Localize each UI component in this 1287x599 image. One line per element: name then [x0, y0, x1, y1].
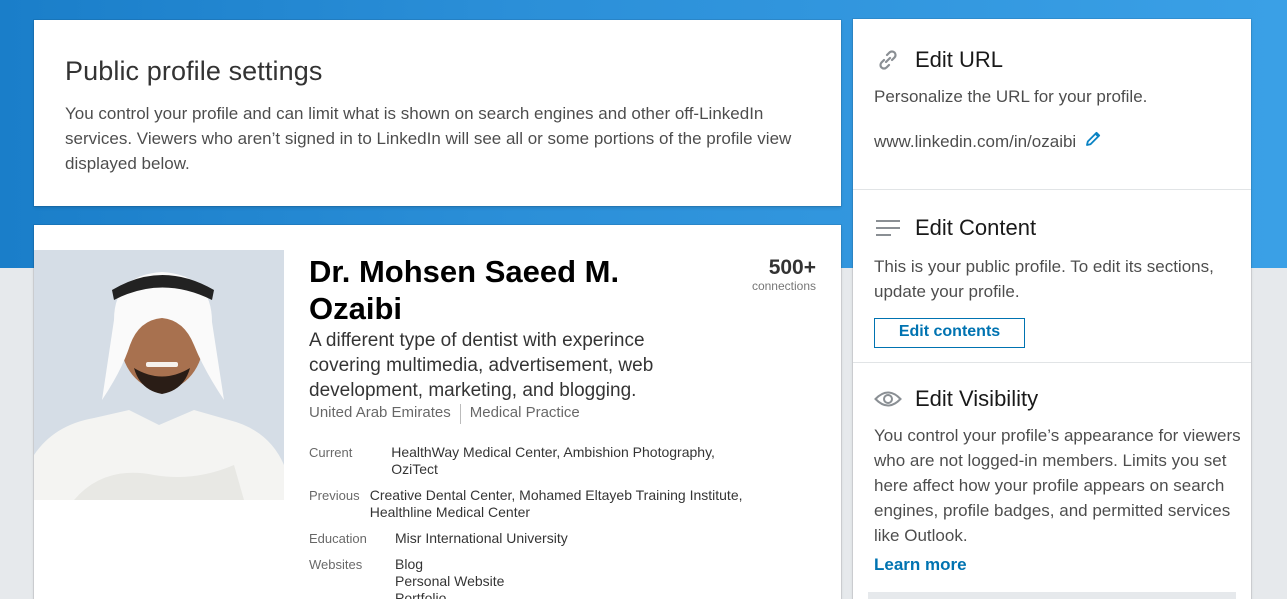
- edit-content-description: This is your public profile. To edit its…: [874, 257, 1214, 301]
- fact-current: Current HealthWay Medical Center, Ambish…: [309, 444, 749, 478]
- profile-location-row: United Arab Emirates Medical Practice: [309, 404, 580, 424]
- fact-value: HealthWay Medical Center, Ambishion Phot…: [391, 444, 715, 477]
- profile-card: Dr. Mohsen Saeed M. Ozaibi 500+ connecti…: [34, 225, 841, 599]
- edit-url-section: Edit URL Personalize the URL for your pr…: [853, 19, 1251, 189]
- fact-education: Education Misr International University: [309, 530, 749, 547]
- profile-industry: Medical Practice: [469, 404, 580, 421]
- fact-value: Misr International University: [395, 530, 568, 546]
- connections-count: 500+: [768, 256, 816, 279]
- edit-visibility-title: Edit Visibility: [915, 386, 1039, 411]
- eye-icon: [874, 385, 902, 413]
- page-title: Public profile settings: [65, 56, 323, 86]
- settings-sidebar: Edit URL Personalize the URL for your pr…: [853, 19, 1251, 599]
- edit-url-heading: Edit URL: [874, 46, 1251, 74]
- learn-more-link[interactable]: Learn more: [874, 555, 1251, 575]
- fact-previous: Previous Creative Dental Center, Mohamed…: [309, 487, 749, 521]
- profile-facts: Current HealthWay Medical Center, Ambish…: [309, 444, 749, 599]
- fact-label: Education: [309, 531, 367, 546]
- pencil-icon[interactable]: [1084, 130, 1102, 153]
- profile-url-row: www.linkedin.com/in/ozaibi: [874, 130, 1251, 153]
- fact-websites: Websites Blog Personal Website Portfolio: [309, 556, 749, 599]
- edit-visibility-description: You control your profile’s appearance fo…: [874, 426, 1241, 545]
- edit-contents-button[interactable]: Edit contents: [874, 318, 1025, 348]
- lines-icon: [874, 214, 902, 242]
- profile-headline: A different type of dentist with experin…: [309, 330, 654, 401]
- link-icon: [874, 46, 902, 74]
- divider: [459, 404, 461, 424]
- edit-content-section: Edit Content This is your public profile…: [853, 189, 1251, 362]
- intro-description: You control your profile and can limit w…: [65, 104, 792, 173]
- edit-content-heading: Edit Content: [874, 214, 1251, 242]
- profile-url: www.linkedin.com/in/ozaibi: [874, 131, 1077, 151]
- intro-card: Public profile settings You control your…: [34, 20, 841, 206]
- profile-location: United Arab Emirates: [309, 404, 451, 421]
- edit-visibility-heading: Edit Visibility: [874, 385, 1251, 413]
- edit-url-title: Edit URL: [915, 47, 1004, 72]
- edit-url-description: Personalize the URL for your profile.: [874, 87, 1148, 106]
- profile-name: Dr. Mohsen Saeed M. Ozaibi: [309, 254, 620, 326]
- edit-visibility-section: Edit Visibility You control your profile…: [853, 362, 1251, 599]
- profile-photo: [34, 250, 284, 500]
- fact-label: Websites: [309, 557, 363, 572]
- connections-label: connections: [751, 279, 816, 293]
- fact-label: Previous: [309, 488, 360, 503]
- divider: [868, 592, 1236, 599]
- edit-content-title: Edit Content: [915, 215, 1037, 240]
- fact-label: Current: [309, 445, 353, 460]
- connections: 500+ connections: [734, 256, 816, 294]
- fact-value-websites[interactable]: Blog Personal Website Portfolio: [395, 556, 504, 599]
- fact-value: Creative Dental Center, Mohamed Eltayeb …: [369, 487, 743, 520]
